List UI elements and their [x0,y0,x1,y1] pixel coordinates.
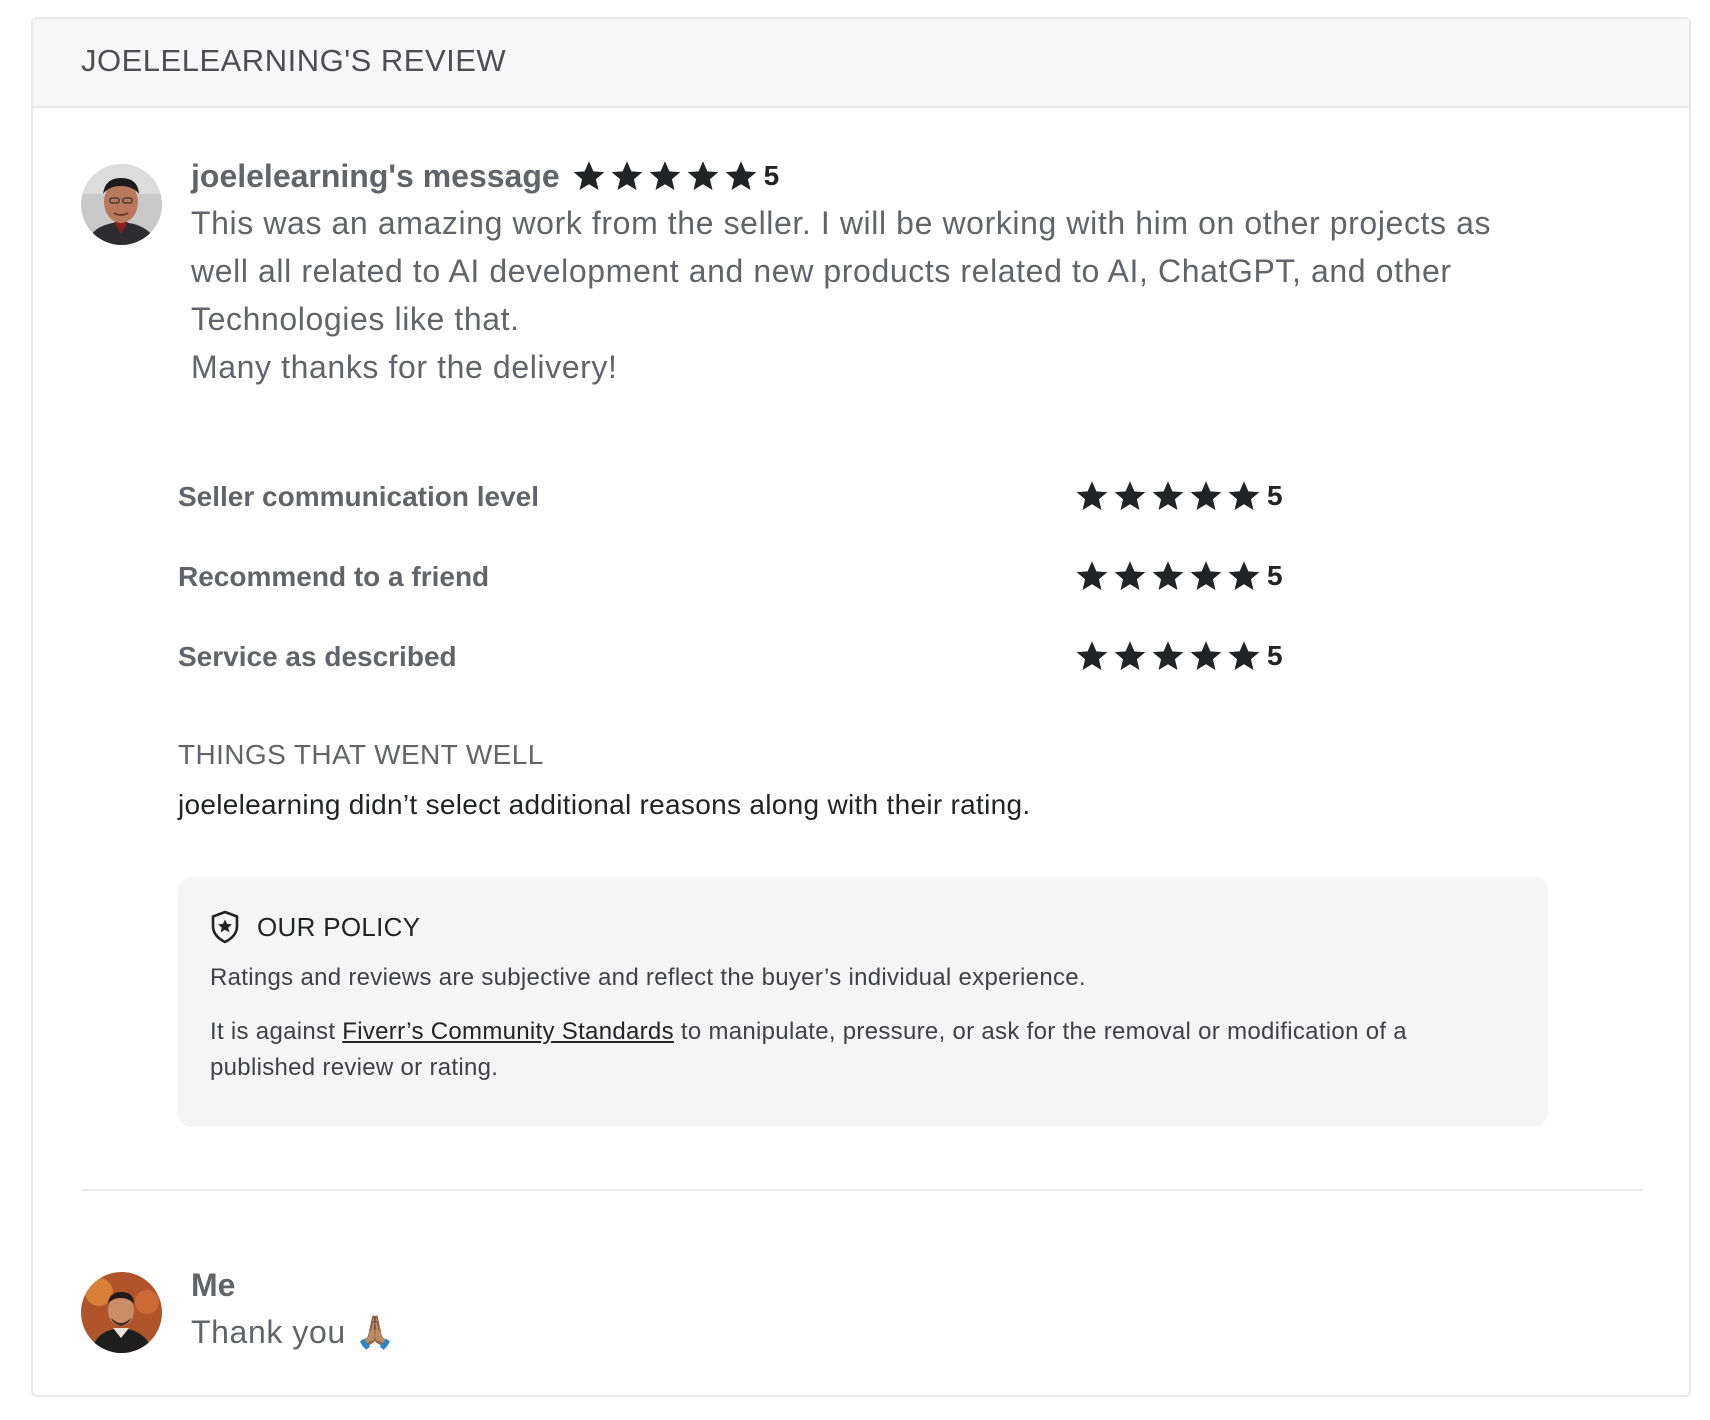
message-line: Technologies like that. [191,301,520,337]
policy-box: OUR POLICY Ratings and reviews are subje… [178,877,1548,1127]
criterion-label: Recommend to a friend [178,561,490,592]
policy-title: OUR POLICY [257,911,421,942]
buyer-avatar[interactable] [81,164,162,245]
shield-star-icon [211,910,239,944]
review-title: JOELELEARNING'S REVIEW [81,43,507,78]
policy-text-1: Ratings and reviews are subjective and r… [210,964,1086,991]
star-icon [1076,641,1108,671]
message-line: well all related to AI development and n… [191,253,1452,289]
star-icon [573,161,604,191]
divider [81,1189,1643,1191]
things-went-well-heading: THINGS THAT WENT WELL [178,739,544,770]
criterion-rating-value: 5 [1267,480,1283,511]
star-icon [1228,641,1260,671]
seller-avatar[interactable] [81,1272,162,1353]
review-card: JOELELEARNING'S REVIEW joelelearning's m… [31,17,1691,1397]
criterion-stars: 5 [1075,559,1283,593]
star-icon [1190,561,1222,591]
criterion-row: Seller communication level 5 [178,457,1298,537]
star-icon [1228,481,1260,511]
star-icon [1152,481,1184,511]
message-line: Many thanks for the delivery! [191,349,618,385]
message-line: This was an amazing work from the seller… [191,205,1492,241]
star-icon [1076,561,1108,591]
star-icon [1152,561,1184,591]
policy-text-2: It is against Fiverr’s Community Standar… [210,1014,1510,1086]
star-icon [1114,481,1146,511]
star-icon [611,161,642,191]
rating-breakdown: Seller communication level 5 Recommend t… [178,457,1298,697]
things-went-well-text: joelelearning didn’t select additional r… [178,789,1031,820]
buyer-rating-stars: 5 [572,159,780,193]
criterion-row: Service as described 5 [178,617,1298,697]
community-standards-link[interactable]: Fiverr’s Community Standards [342,1018,674,1045]
criterion-stars: 5 [1075,479,1283,513]
criterion-stars: 5 [1075,639,1283,673]
criterion-label: Service as described [178,641,457,672]
buyer-message: joelelearning's message 5 This was an am… [191,153,1611,391]
star-icon [1114,561,1146,591]
buyer-rating-value: 5 [763,160,780,191]
criterion-row: Recommend to a friend 5 [178,537,1298,617]
star-icon [725,161,756,191]
star-icon [1228,561,1260,591]
buyer-name: joelelearning's message [191,157,560,194]
star-icon [1076,481,1108,511]
star-icon [1190,641,1222,671]
review-header: JOELELEARNING'S REVIEW [33,19,1689,108]
criterion-label: Seller communication level [178,481,540,512]
star-icon [687,161,718,191]
star-icon [1152,641,1184,671]
policy-text-prefix: It is against [210,1018,343,1045]
star-icon [1190,481,1222,511]
reply-text: Thank you 🙏🏽 [191,1314,396,1350]
star-icon [1114,641,1146,671]
criterion-rating-value: 5 [1267,640,1283,671]
buyer-message-text: This was an amazing work from the seller… [191,199,1611,391]
criterion-rating-value: 5 [1267,560,1283,591]
seller-reply: Me Thank you 🙏🏽 [191,1262,396,1356]
star-icon [649,161,680,191]
reply-author: Me [191,1267,236,1303]
